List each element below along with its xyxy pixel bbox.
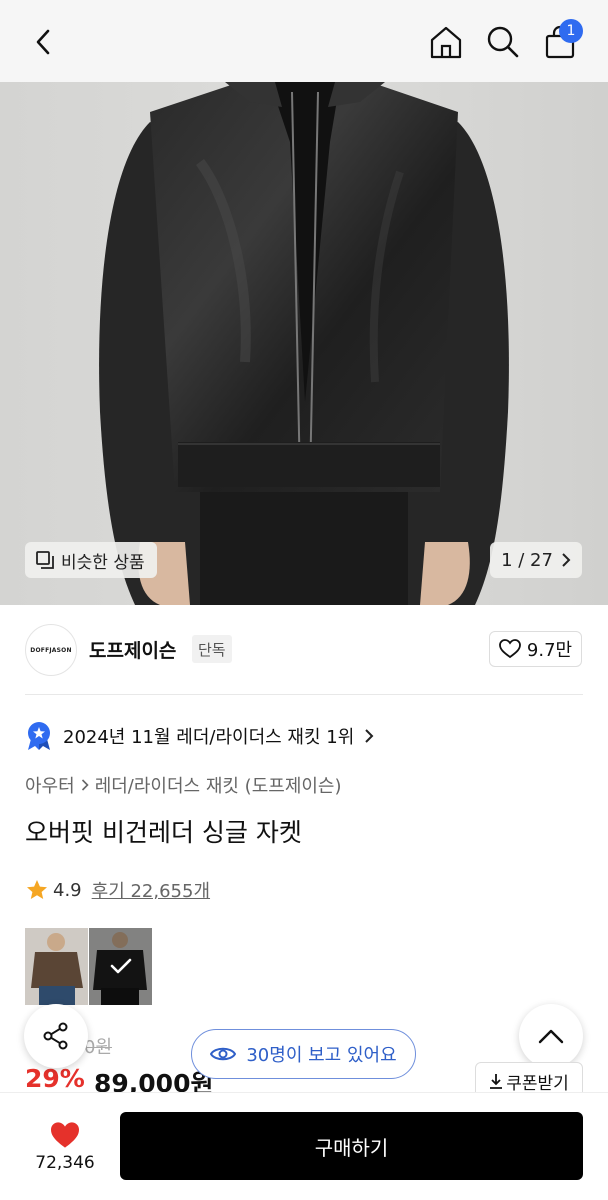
cart-count-badge: 1 (559, 19, 583, 43)
ranking-link[interactable]: 2024년 11월 레더/라이더스 재킷 1위 (25, 720, 374, 752)
similar-products-button[interactable]: 비슷한 상품 (25, 542, 157, 578)
chevron-right-icon (81, 779, 89, 791)
original-price-value: 0원 (84, 1037, 113, 1058)
product-photo (0, 82, 608, 605)
home-button[interactable] (424, 20, 468, 64)
viewers-indicator: 30명이 보고 있어요 (191, 1029, 416, 1079)
breadcrumb: 아우터 레더/라이더스 재킷 (도프제이슨) (25, 772, 342, 798)
chevron-up-icon (538, 1029, 564, 1044)
breadcrumb-subcategory[interactable]: 레더/라이더스 재킷 (도프제이슨) (95, 772, 342, 798)
pager-text: 1 / 27 (501, 549, 553, 571)
top-bar: 1 (0, 0, 608, 82)
ranking-text: 2024년 11월 레더/라이더스 재킷 1위 (63, 727, 355, 748)
product-title: 오버핏 비건레더 싱글 자켓 (25, 818, 302, 847)
brand-like-button[interactable]: 9.7만 (489, 631, 582, 667)
heart-outline-icon (499, 639, 521, 659)
brand-logo[interactable]: DOFFJASON (25, 624, 77, 676)
color-option-black-selected[interactable] (89, 928, 152, 1005)
review-count-link[interactable]: 후기 22,655개 (92, 877, 210, 903)
viewers-text: 30명이 보고 있어요 (246, 1045, 397, 1066)
thumbnail-image (25, 928, 88, 1005)
search-button[interactable] (481, 20, 525, 64)
rating-value: 4.9 (53, 879, 82, 901)
similar-products-label: 비슷한 상품 (61, 552, 145, 573)
home-icon (430, 26, 462, 59)
original-price: 0원 (84, 1033, 112, 1059)
product-image-gallery[interactable]: 비슷한 상품 1 / 27 (0, 82, 608, 605)
chevron-left-icon (36, 29, 50, 55)
chevron-right-icon (365, 729, 374, 743)
rating-row: 4.9 후기 22,655개 (25, 876, 210, 904)
share-button[interactable] (24, 1004, 88, 1068)
color-option-brown[interactable] (25, 928, 88, 1005)
wishlist-count: 72,346 (35, 1153, 95, 1173)
star-icon (27, 880, 47, 899)
ranking-badge-icon (28, 722, 50, 750)
scroll-top-button[interactable] (519, 1004, 583, 1068)
brand-name[interactable]: 도프제이슨 (89, 636, 176, 663)
eye-icon (210, 1047, 237, 1061)
wishlist-button[interactable]: 72,346 (25, 1116, 105, 1178)
download-icon (490, 1074, 503, 1089)
search-icon (487, 26, 519, 58)
back-button[interactable] (22, 20, 66, 64)
brand-logo-text: DOFFJASON (30, 646, 72, 654)
similar-icon (36, 551, 54, 569)
brand-like-count: 9.7만 (526, 640, 573, 661)
discount-rate: 29% (25, 1064, 85, 1093)
image-pager[interactable]: 1 / 27 (490, 542, 582, 578)
coupon-label: 쿠폰받기 (506, 1073, 569, 1094)
chevron-right-icon (562, 553, 571, 567)
buy-button[interactable]: 구매하기 (120, 1112, 583, 1180)
share-icon (43, 1022, 68, 1050)
breadcrumb-category[interactable]: 아우터 (25, 772, 75, 798)
heart-filled-icon (51, 1122, 79, 1148)
divider (25, 694, 583, 695)
exclusive-badge: 단독 (192, 635, 232, 663)
thumbnail-image (89, 928, 152, 1005)
